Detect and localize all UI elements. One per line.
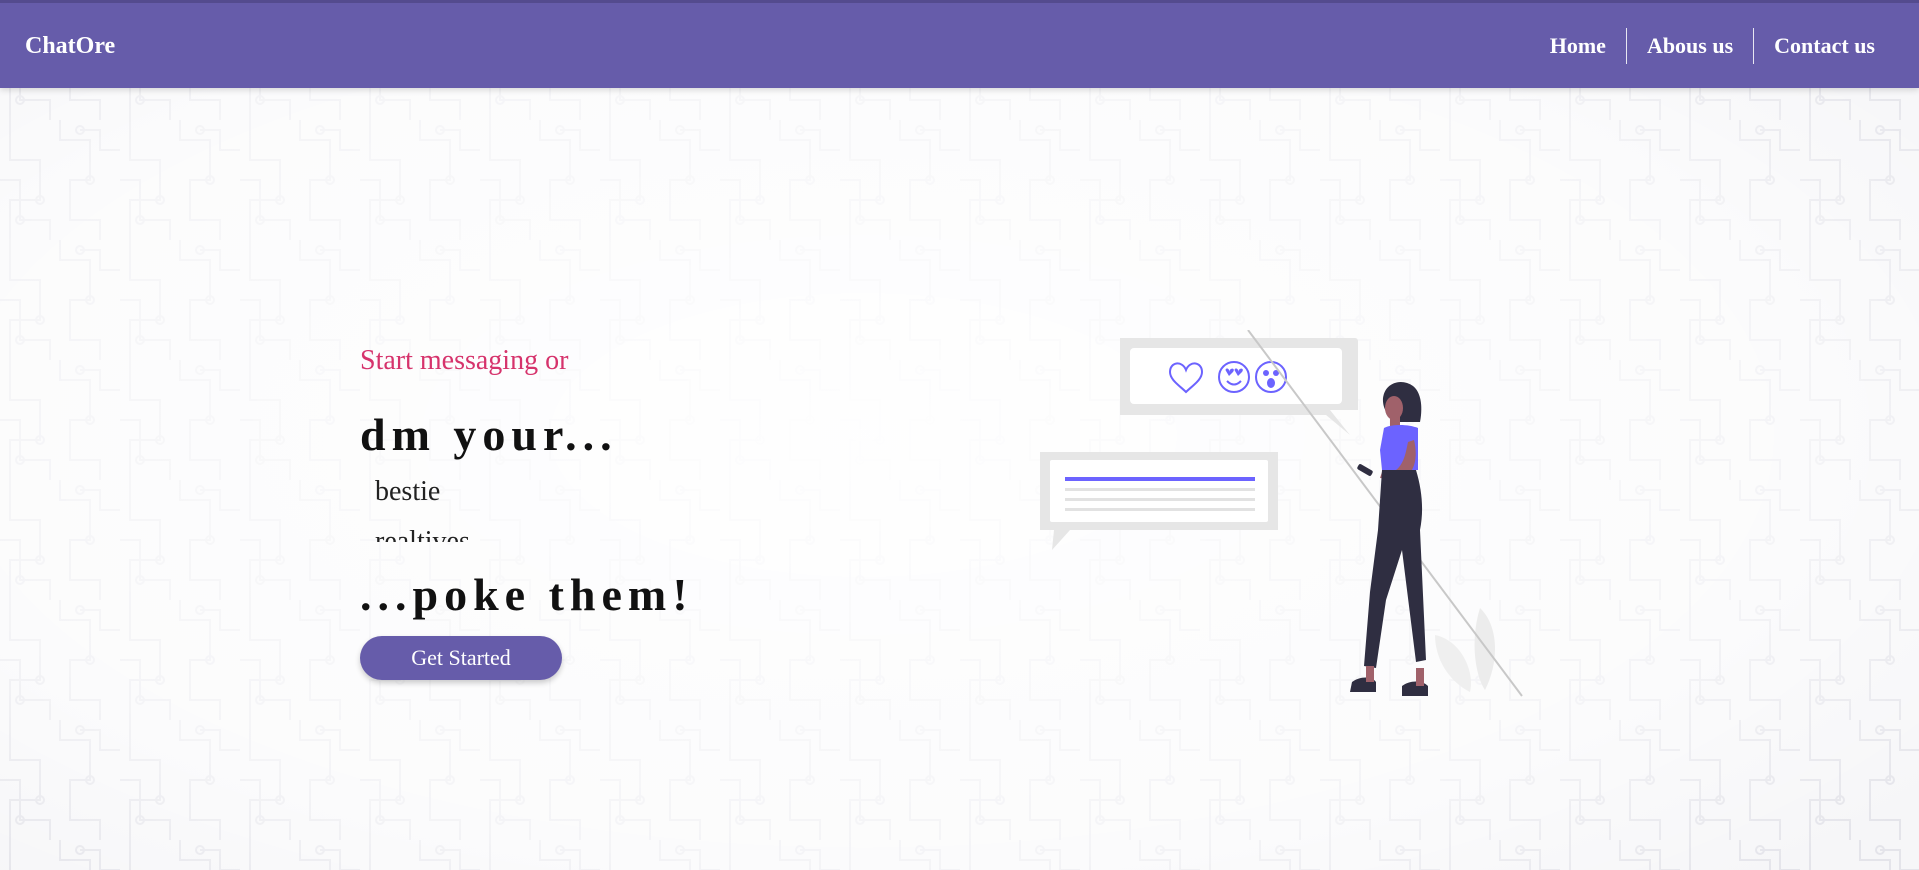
hero-headline: dm your... bbox=[360, 409, 618, 460]
nav-home-link[interactable]: Home bbox=[1530, 28, 1626, 64]
brand-logo[interactable]: ChatOre bbox=[25, 31, 115, 61]
message-chat-bubble bbox=[1040, 452, 1278, 550]
hero-intro-text: Start messaging or bbox=[360, 345, 569, 376]
top-navbar: ChatOre Home Abous us Contact us bbox=[0, 0, 1919, 88]
rotating-word: realtives bbox=[375, 526, 470, 542]
woman-figure bbox=[1350, 382, 1428, 696]
get-started-button[interactable]: Get Started bbox=[360, 636, 562, 680]
nav-links: Home Abous us Contact us bbox=[1530, 28, 1919, 64]
emoji-chat-bubble bbox=[1120, 338, 1358, 435]
nav-divider bbox=[1753, 28, 1755, 64]
hero-subheadline: ...poke them! bbox=[360, 569, 694, 620]
nav-divider bbox=[1625, 28, 1627, 64]
nav-about-link[interactable]: Abous us bbox=[1627, 28, 1753, 64]
rotating-word: bestie bbox=[375, 476, 441, 507]
rotating-words: bestie realtives bbox=[375, 474, 470, 542]
nav-contact-link[interactable]: Contact us bbox=[1754, 28, 1919, 64]
circuit-background-pattern bbox=[0, 0, 1919, 870]
chat-illustration bbox=[1040, 330, 1523, 697]
